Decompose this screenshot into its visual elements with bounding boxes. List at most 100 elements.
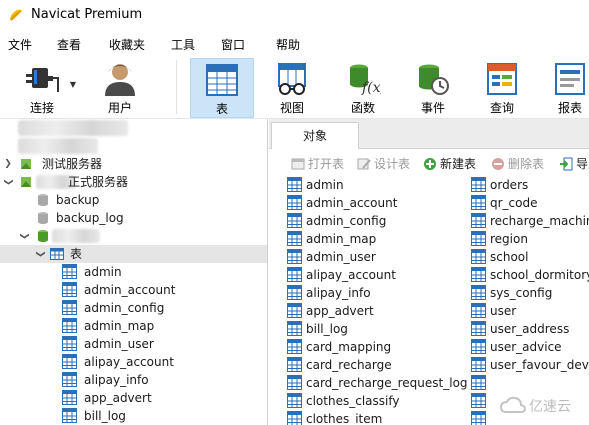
connect-button[interactable]: ▼ 连接 [12, 58, 76, 118]
object-table-item[interactable]: admin_config [287, 212, 467, 230]
sidebar-table-item[interactable]: app_advert [0, 389, 267, 407]
sidebar-table-item[interactable]: bill_log [0, 407, 267, 425]
tree-row-hidden-1[interactable] [0, 119, 267, 137]
object-table-item[interactable]: bill_log [287, 320, 467, 338]
object-table-name: admin_account [306, 196, 398, 210]
object-table-item[interactable]: admin_map [287, 230, 467, 248]
sidebar-table-item[interactable]: admin_map [0, 317, 267, 335]
object-table-item[interactable]: school_dormitory [471, 266, 589, 284]
object-table-item[interactable]: card_recharge [287, 356, 467, 374]
table-name: alipay_account [84, 355, 174, 369]
tree-row-hidden-2[interactable] [0, 137, 267, 155]
tree-row-db-backup-log[interactable]: backup_log [0, 209, 267, 227]
function-button[interactable]: f(x) 函数 [333, 58, 393, 118]
tree-row-tables[interactable]: ❯ 表 [0, 245, 267, 263]
sidebar-table-item[interactable]: alipay_account [0, 353, 267, 371]
object-table-item[interactable]: sys_config [471, 284, 589, 302]
open-table-button[interactable]: 打开表 [291, 155, 344, 172]
navicat-logo-icon [10, 9, 22, 21]
import-label: 导入 [576, 157, 589, 171]
object-table-name: app_advert [306, 304, 374, 318]
collapse-caret-icon[interactable]: ❯ [15, 231, 33, 241]
function-icon: f(x) [350, 64, 381, 96]
tree-row-test-server[interactable]: ❯ 测试服务器 [0, 155, 267, 173]
object-table-item[interactable]: app_advert [287, 302, 467, 320]
test-server-label: 测试服务器 [42, 157, 103, 171]
object-table-item[interactable]: orders [471, 176, 589, 194]
collapse-caret-icon[interactable]: ❯ [31, 249, 49, 259]
toolbar-divider [176, 60, 177, 114]
sidebar-table-item[interactable]: admin_config [0, 299, 267, 317]
collapse-caret-icon[interactable]: ❯ [0, 177, 17, 187]
table-icon [287, 213, 302, 228]
menu-window[interactable]: 窗口 [221, 36, 245, 53]
design-table-button[interactable]: 设计表 [357, 155, 410, 172]
sidebar-table-item[interactable]: admin_user [0, 335, 267, 353]
object-table-item[interactable]: admin_account [287, 194, 467, 212]
menu-help[interactable]: 帮助 [276, 36, 300, 53]
tree-row-formal-server[interactable]: ❯ 正式服务器 [0, 173, 267, 191]
tree-row-db-open[interactable]: ❯ [0, 227, 267, 245]
query-label: 查询 [489, 101, 514, 115]
table-name: admin_map [84, 319, 155, 333]
object-table-item[interactable]: clothes_classify [287, 392, 467, 410]
object-table-name: recharge_machine [490, 214, 589, 228]
object-table-name: user [490, 304, 517, 318]
tree-row-db-backup[interactable]: backup [0, 191, 267, 209]
object-table-item[interactable]: user_advice [471, 338, 589, 356]
view-label: 视图 [279, 101, 304, 115]
object-table-name: user_address [490, 322, 570, 336]
object-table-item[interactable]: qr_code [471, 194, 589, 212]
table-icon [471, 393, 486, 408]
new-table-button[interactable]: 新建表 [423, 155, 476, 172]
object-table-item[interactable]: admin_user [287, 248, 467, 266]
object-table-item[interactable]: user_favour_device [471, 356, 589, 374]
table-name: admin_user [84, 337, 154, 351]
connection-tree: ❯ 测试服务器 ❯ 正式服务器 backup backup_log ❯ ❯ 表 … [0, 119, 268, 425]
sidebar-table-item[interactable]: alipay_info [0, 371, 267, 389]
event-button[interactable]: 事件 [403, 58, 463, 118]
view-button[interactable]: 视图 [262, 58, 322, 118]
object-table-item[interactable]: card_recharge_request_log [287, 374, 468, 392]
event-icon [419, 64, 449, 95]
object-table-item[interactable]: alipay_info [287, 284, 467, 302]
object-table-item[interactable]: recharge_machine [471, 212, 589, 230]
menu-file[interactable]: 文件 [8, 36, 32, 53]
object-table-item[interactable]: user [471, 302, 589, 320]
query-button[interactable]: 查询 [472, 58, 532, 118]
report-label: 报表 [558, 101, 583, 115]
table-icon [471, 249, 486, 264]
menu-tools[interactable]: 工具 [171, 36, 195, 53]
object-table-item[interactable]: admin [287, 176, 467, 194]
object-table-name: alipay_info [306, 286, 371, 300]
object-table-item[interactable]: region [471, 230, 589, 248]
table-icon [62, 336, 77, 351]
table-icon [471, 285, 486, 300]
user-button[interactable]: 用户 [90, 58, 150, 118]
object-table-item[interactable]: alipay_account [287, 266, 467, 284]
tab-objects[interactable]: 对象 [271, 122, 359, 149]
sidebar-table-item[interactable]: admin [0, 263, 267, 281]
expand-caret-icon[interactable]: ❯ [3, 155, 13, 173]
delete-table-button[interactable]: 删除表 [491, 155, 544, 172]
object-table-item[interactable]: clothes_item [287, 410, 467, 425]
report-button[interactable]: 报表 [544, 58, 589, 118]
table-button[interactable]: 表 [190, 58, 254, 118]
connect-dropdown-icon[interactable]: ▼ [70, 80, 76, 89]
object-table-item[interactable] [471, 374, 589, 392]
table-icon [287, 267, 302, 282]
table-icon [62, 318, 77, 333]
user-icon [105, 64, 135, 96]
object-table-item[interactable]: school [471, 248, 589, 266]
sidebar-table-item[interactable]: admin_account [0, 281, 267, 299]
import-button[interactable]: 导入 [559, 155, 589, 172]
object-table-item[interactable]: user_address [471, 320, 589, 338]
object-table-item[interactable]: card_mapping [287, 338, 467, 356]
object-table-name: admin_map [306, 232, 377, 246]
object-table-name: clothes_item [306, 412, 383, 425]
table-icon [62, 282, 77, 297]
table-icon [287, 249, 302, 264]
menu-favorites[interactable]: 收藏夹 [109, 36, 145, 53]
view-icon [278, 63, 306, 95]
menu-view[interactable]: 查看 [57, 36, 81, 53]
